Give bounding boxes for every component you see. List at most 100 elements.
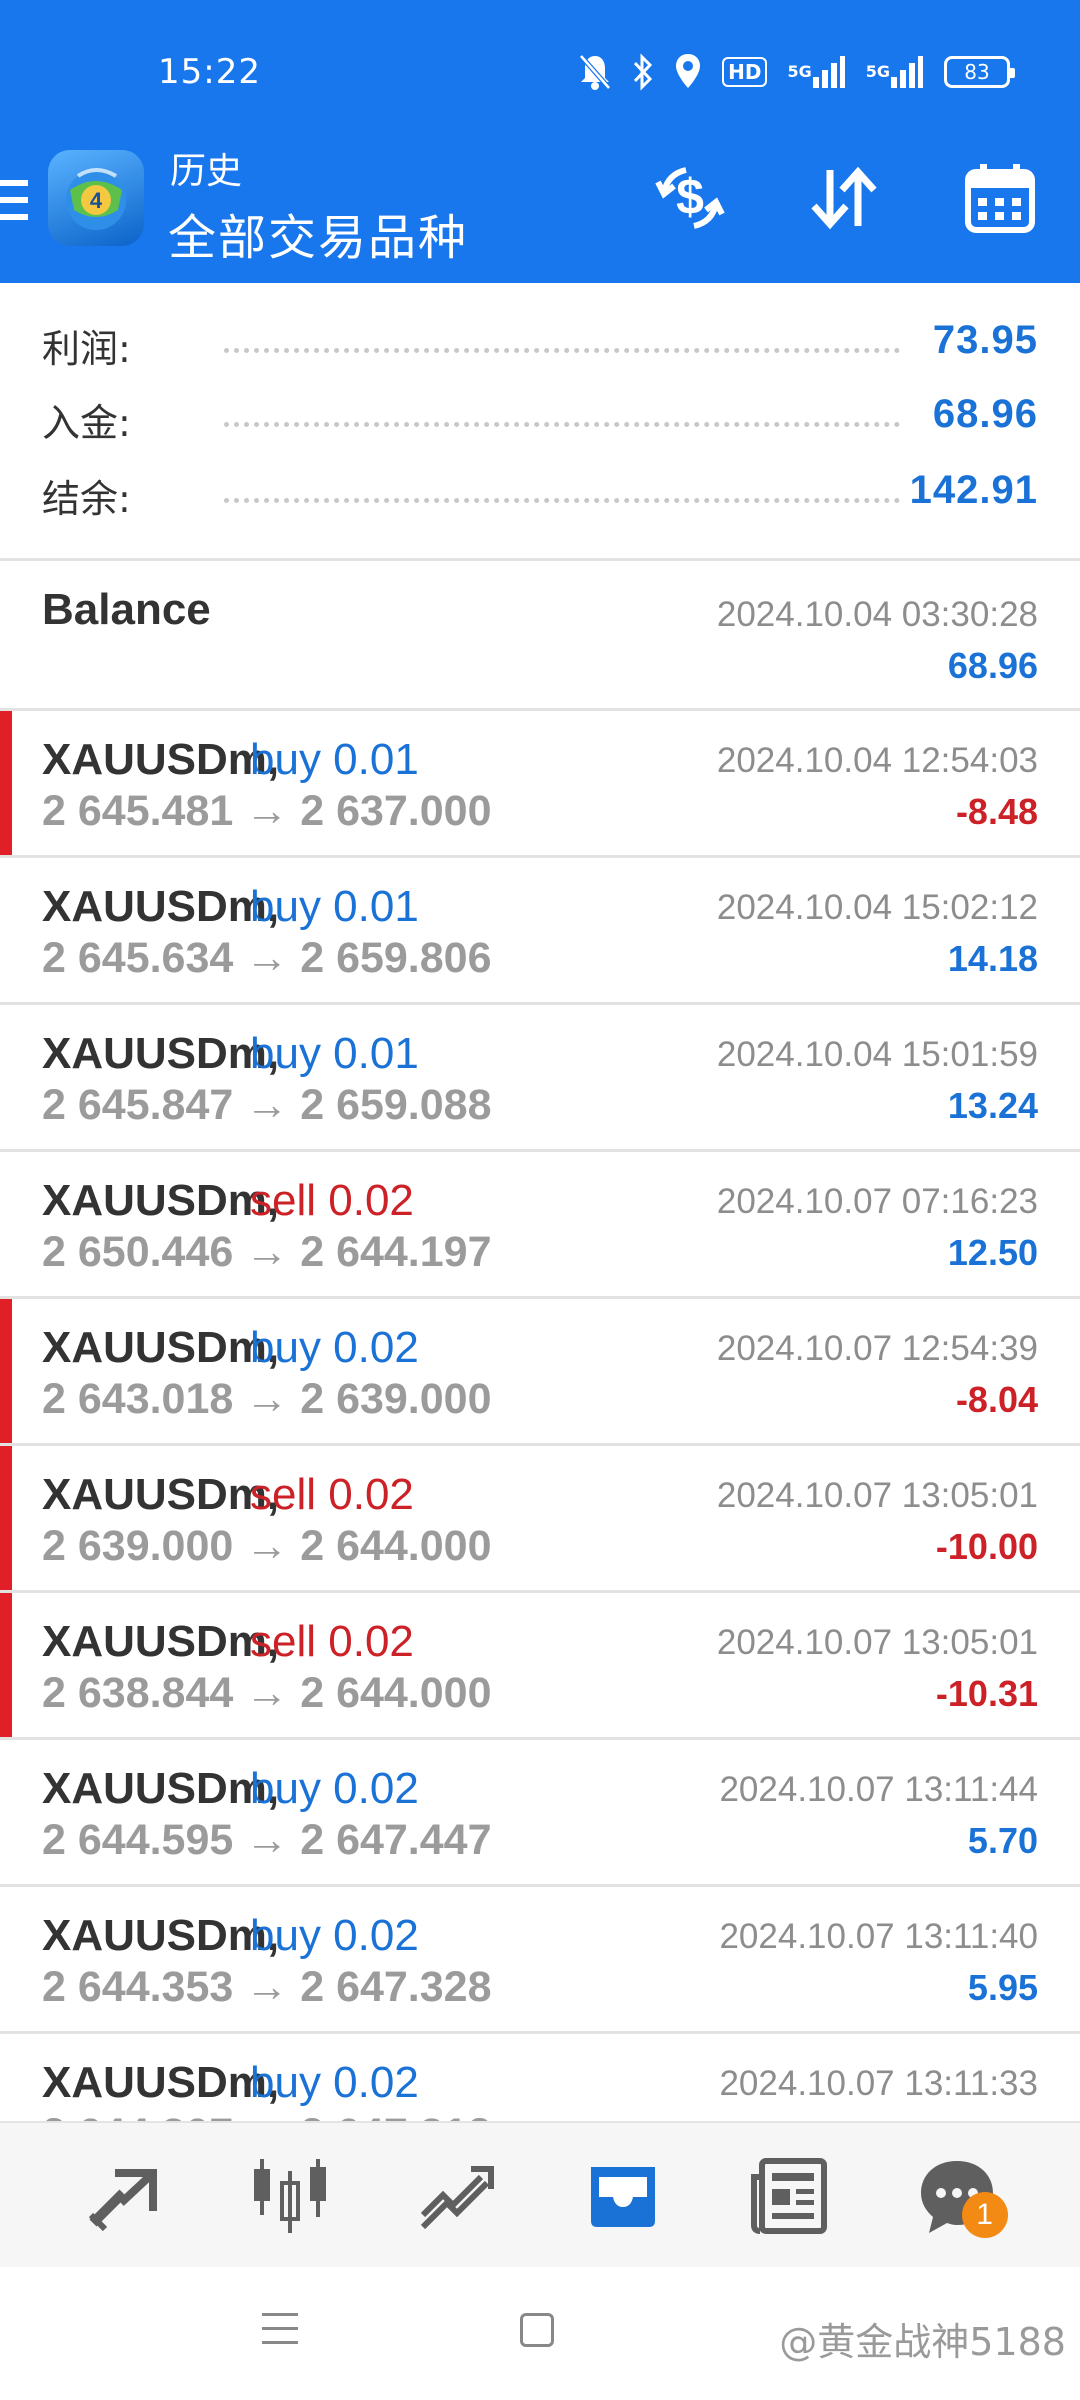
summary-label: 利润:: [42, 327, 131, 371]
trade-side: sell 0.02: [250, 1617, 414, 1666]
balance-amount: 68.96: [947, 645, 1038, 686]
trade-row[interactable]: XAUUSDm, buy 0.02 2 643.018 → 2 639.000 …: [0, 1299, 1080, 1446]
currency-button[interactable]: $: [648, 156, 732, 240]
trade-prices: 2 639.000 → 2 644.000: [42, 1522, 492, 1570]
trade-date: 2024.10.07 13:11:33: [719, 2064, 1038, 2103]
summary-value: 142.91: [909, 468, 1038, 512]
trade-profit: 12.50: [947, 1232, 1038, 1273]
nav-quotes[interactable]: [68, 2140, 178, 2250]
trade-date: 2024.10.07 07:16:23: [716, 1182, 1038, 1221]
recent-apps-icon[interactable]: [262, 2309, 298, 2349]
trade-row[interactable]: XAUUSDm, buy 0.01 2 645.634 → 2 659.806 …: [0, 858, 1080, 1005]
page-title[interactable]: 全部交易品种: [168, 198, 468, 268]
trade-prices: 2 644.353 → 2 647.328: [42, 1963, 492, 2011]
currency-exchange-icon: $: [655, 167, 725, 229]
summary-dots: [224, 498, 900, 503]
trade-side: buy 0.02: [250, 1764, 419, 1813]
status-time: 15:22: [158, 52, 261, 92]
trade-symbol: XAUUSDm,: [42, 735, 280, 784]
history-list[interactable]: Balance 2024.10.04 03:30:28 68.96 XAUUSD…: [0, 561, 1080, 2121]
trade-date: 2024.10.07 13:11:44: [719, 1770, 1038, 1809]
trade-prices: 2 645.634 → 2 659.806: [42, 934, 492, 982]
bottom-navigation: 1: [0, 2121, 1080, 2267]
trade-symbol: XAUUSDm,: [42, 1029, 280, 1078]
app-header: 15:22 HD 5G 5G 83 4 历史 全部交易品种 $: [0, 0, 1080, 283]
menu-icon[interactable]: [0, 176, 28, 224]
trade-side: buy 0.01: [250, 1029, 419, 1078]
trade-date: 2024.10.07 13:05:01: [716, 1476, 1038, 1515]
trade-row[interactable]: XAUUSDm, sell 0.02 2 638.844 → 2 644.000…: [0, 1593, 1080, 1740]
trade-date: 2024.10.07 12:54:39: [716, 1329, 1038, 1368]
signal-bars-icon: [891, 56, 923, 88]
trade-row[interactable]: XAUUSDm, sell 0.02 2 650.446 → 2 644.197…: [0, 1152, 1080, 1299]
trade-prices: 2 650.446 → 2 644.197: [42, 1228, 492, 1276]
trade-date: 2024.10.04 15:02:12: [716, 888, 1038, 927]
trade-date: 2024.10.04 15:01:59: [716, 1035, 1038, 1074]
watermark: @黄金战神5188: [779, 2320, 1066, 2364]
page-subtitle: 历史: [170, 151, 243, 192]
nav-news[interactable]: [735, 2140, 845, 2250]
trade-row[interactable]: XAUUSDm, buy 0.01 2 645.481 → 2 637.000 …: [0, 711, 1080, 858]
app-logo-icon: 4: [48, 150, 144, 246]
battery-icon: 83: [944, 56, 1015, 88]
trade-row[interactable]: XAUUSDm, buy 0.01 2 645.847 → 2 659.088 …: [0, 1005, 1080, 1152]
home-button[interactable]: [520, 2313, 554, 2347]
sort-icon: [811, 166, 877, 230]
trade-side: buy 0.02: [250, 1323, 419, 1372]
trade-side: sell 0.02: [250, 1176, 414, 1225]
status-icons: HD 5G 5G 83: [578, 50, 1015, 94]
balance-title: Balance: [42, 585, 211, 634]
balance-row[interactable]: Balance 2024.10.04 03:30:28 68.96: [0, 561, 1080, 711]
trade-side: buy 0.01: [250, 882, 419, 931]
summary-dots: [224, 348, 900, 353]
trade-side: buy 0.02: [250, 2058, 419, 2107]
hd-badge: HD: [722, 57, 768, 87]
trade-profit: -10.31: [935, 1673, 1038, 1714]
trade-profit: 5.70: [967, 1820, 1038, 1861]
trade-row[interactable]: XAUUSDm, buy 0.02 2 644.353 → 2 647.328 …: [0, 1887, 1080, 2034]
summary-value: 73.95: [932, 318, 1038, 362]
trade-icon: [420, 2166, 494, 2230]
nav-history[interactable]: [568, 2140, 678, 2250]
signal-bars-icon: [812, 56, 845, 88]
battery-level: 83: [964, 60, 990, 84]
calendar-button[interactable]: [958, 156, 1042, 240]
location-icon: [676, 54, 701, 88]
balance-date: 2024.10.04 03:30:28: [716, 595, 1038, 634]
trade-row[interactable]: XAUUSDm, buy 0.02 2 644.595 → 2 647.447 …: [0, 1740, 1080, 1887]
nav-chart[interactable]: [235, 2140, 345, 2250]
trade-side: sell 0.02: [250, 1470, 414, 1519]
bluetooth-icon: [634, 53, 653, 91]
trade-row[interactable]: XAUUSDm, sell 0.02 2 639.000 → 2 644.000…: [0, 1446, 1080, 1593]
trade-date: 2024.10.07 13:11:40: [719, 1917, 1038, 1956]
quotes-icon: [89, 2169, 158, 2232]
trade-prices: 2 638.844 → 2 644.000: [42, 1669, 492, 1717]
trade-symbol: XAUUSDm,: [42, 1617, 280, 1666]
calendar-icon: [965, 164, 1035, 233]
chat-badge: 1: [961, 2192, 1008, 2238]
mute-bell-icon: [579, 54, 612, 90]
summary-profit-row: 利润: 73.95: [0, 318, 1080, 378]
trade-symbol: XAUUSDm,: [42, 1176, 280, 1225]
trade-prices: 2 643.018 → 2 639.000: [42, 1375, 492, 1423]
sort-button[interactable]: [802, 156, 886, 240]
nav-chat[interactable]: 1: [902, 2140, 1012, 2250]
trade-profit: 5.95: [967, 1967, 1038, 2008]
nav-trade[interactable]: [402, 2140, 512, 2250]
trade-prices: 2 644.307 → 2 647.312: [42, 2110, 492, 2121]
trade-symbol: XAUUSDm,: [42, 882, 280, 931]
signal-1: 5G: [787, 55, 845, 89]
trade-profit: 14.18: [947, 938, 1038, 979]
trade-profit: -8.48: [955, 791, 1038, 832]
trade-profit: -8.04: [955, 1379, 1038, 1420]
summary-deposit-row: 入金: 68.96: [0, 392, 1080, 452]
trade-row[interactable]: XAUUSDm, buy 0.02 2 644.307 → 2 647.312 …: [0, 2034, 1080, 2121]
trade-symbol: XAUUSDm,: [42, 2058, 280, 2107]
trade-symbol: XAUUSDm,: [42, 1470, 280, 1519]
trade-prices: 2 645.847 → 2 659.088: [42, 1081, 492, 1129]
trade-date: 2024.10.04 12:54:03: [716, 741, 1038, 780]
trade-prices: 2 644.595 → 2 647.447: [42, 1816, 492, 1864]
svg-text:$: $: [676, 169, 704, 225]
system-navigation-bar: @黄金战神5188: [0, 2267, 1080, 2400]
summary-value: 68.96: [932, 392, 1038, 436]
